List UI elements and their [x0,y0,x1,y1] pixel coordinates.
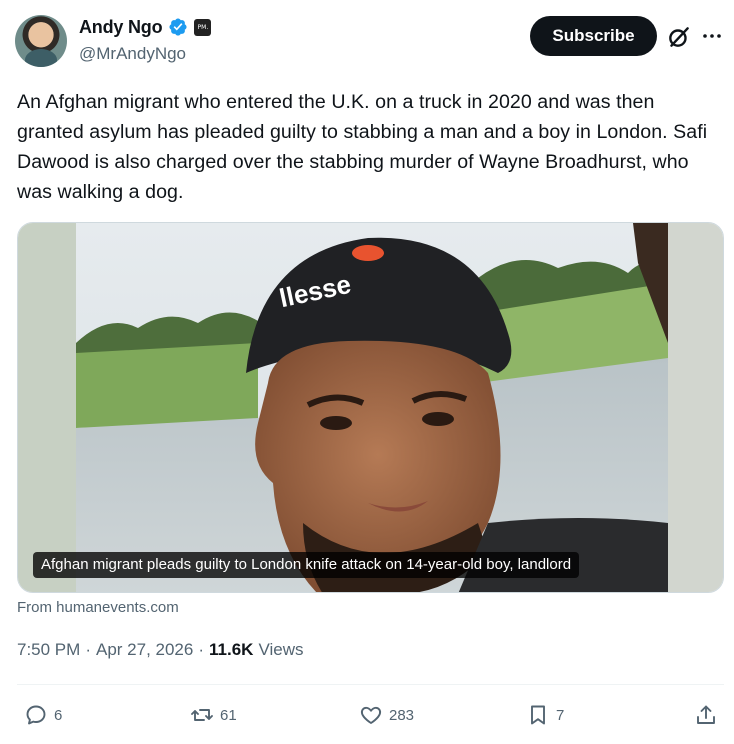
meta-separator: · [85,640,91,659]
share-button[interactable] [694,701,718,729]
meta-separator: · [198,640,205,659]
bookmark-icon [531,705,545,725]
tweet-text: An Afghan migrant who entered the U.K. o… [17,91,708,203]
repost-icon [191,709,213,721]
grok-icon[interactable] [666,24,692,50]
author-name-row: Andy Ngo PM. [79,14,212,40]
author-handle[interactable]: @MrAndyNgo [79,44,186,64]
repost-button[interactable]: 61 [190,701,237,729]
views-label: Views [258,640,304,659]
bookmark-count: 7 [556,706,565,724]
affiliate-badge[interactable]: PM. [194,18,212,36]
reply-button[interactable]: 6 [24,701,62,729]
bookmark-button[interactable]: 7 [526,701,564,729]
photo-illustration: llesse [18,223,723,592]
card-source-link[interactable]: From humanevents.com [17,599,179,616]
avatar[interactable] [15,15,67,67]
verified-badge-icon[interactable] [168,17,188,37]
tweet-date[interactable]: Apr 27, 2026 [96,640,193,660]
views-count: 11.6K [209,640,254,659]
like-count: 283 [389,706,415,724]
reply-count: 6 [54,706,63,724]
more-icon[interactable] [700,24,724,48]
like-button[interactable]: 283 [359,701,414,729]
repost-count: 61 [220,706,237,724]
tweet-header: Andy Ngo PM. @MrAndyNgo Subscribe [0,0,734,80]
link-card-image[interactable]: llesse [17,222,724,593]
share-icon [697,705,715,724]
subscribe-button[interactable]: Subscribe [530,16,657,56]
card-caption[interactable]: Afghan migrant pleads guilty to London k… [33,552,580,578]
tweet-meta: 7:50 PM · Apr 27, 2026 · 11.6K Views [17,640,304,660]
action-bar: 6 61 283 7 [0,695,734,735]
tweet-time[interactable]: 7:50 PM [17,640,80,660]
reply-icon [26,705,46,725]
heart-icon [360,706,382,724]
author-name[interactable]: Andy Ngo [79,17,163,38]
divider [17,684,724,685]
